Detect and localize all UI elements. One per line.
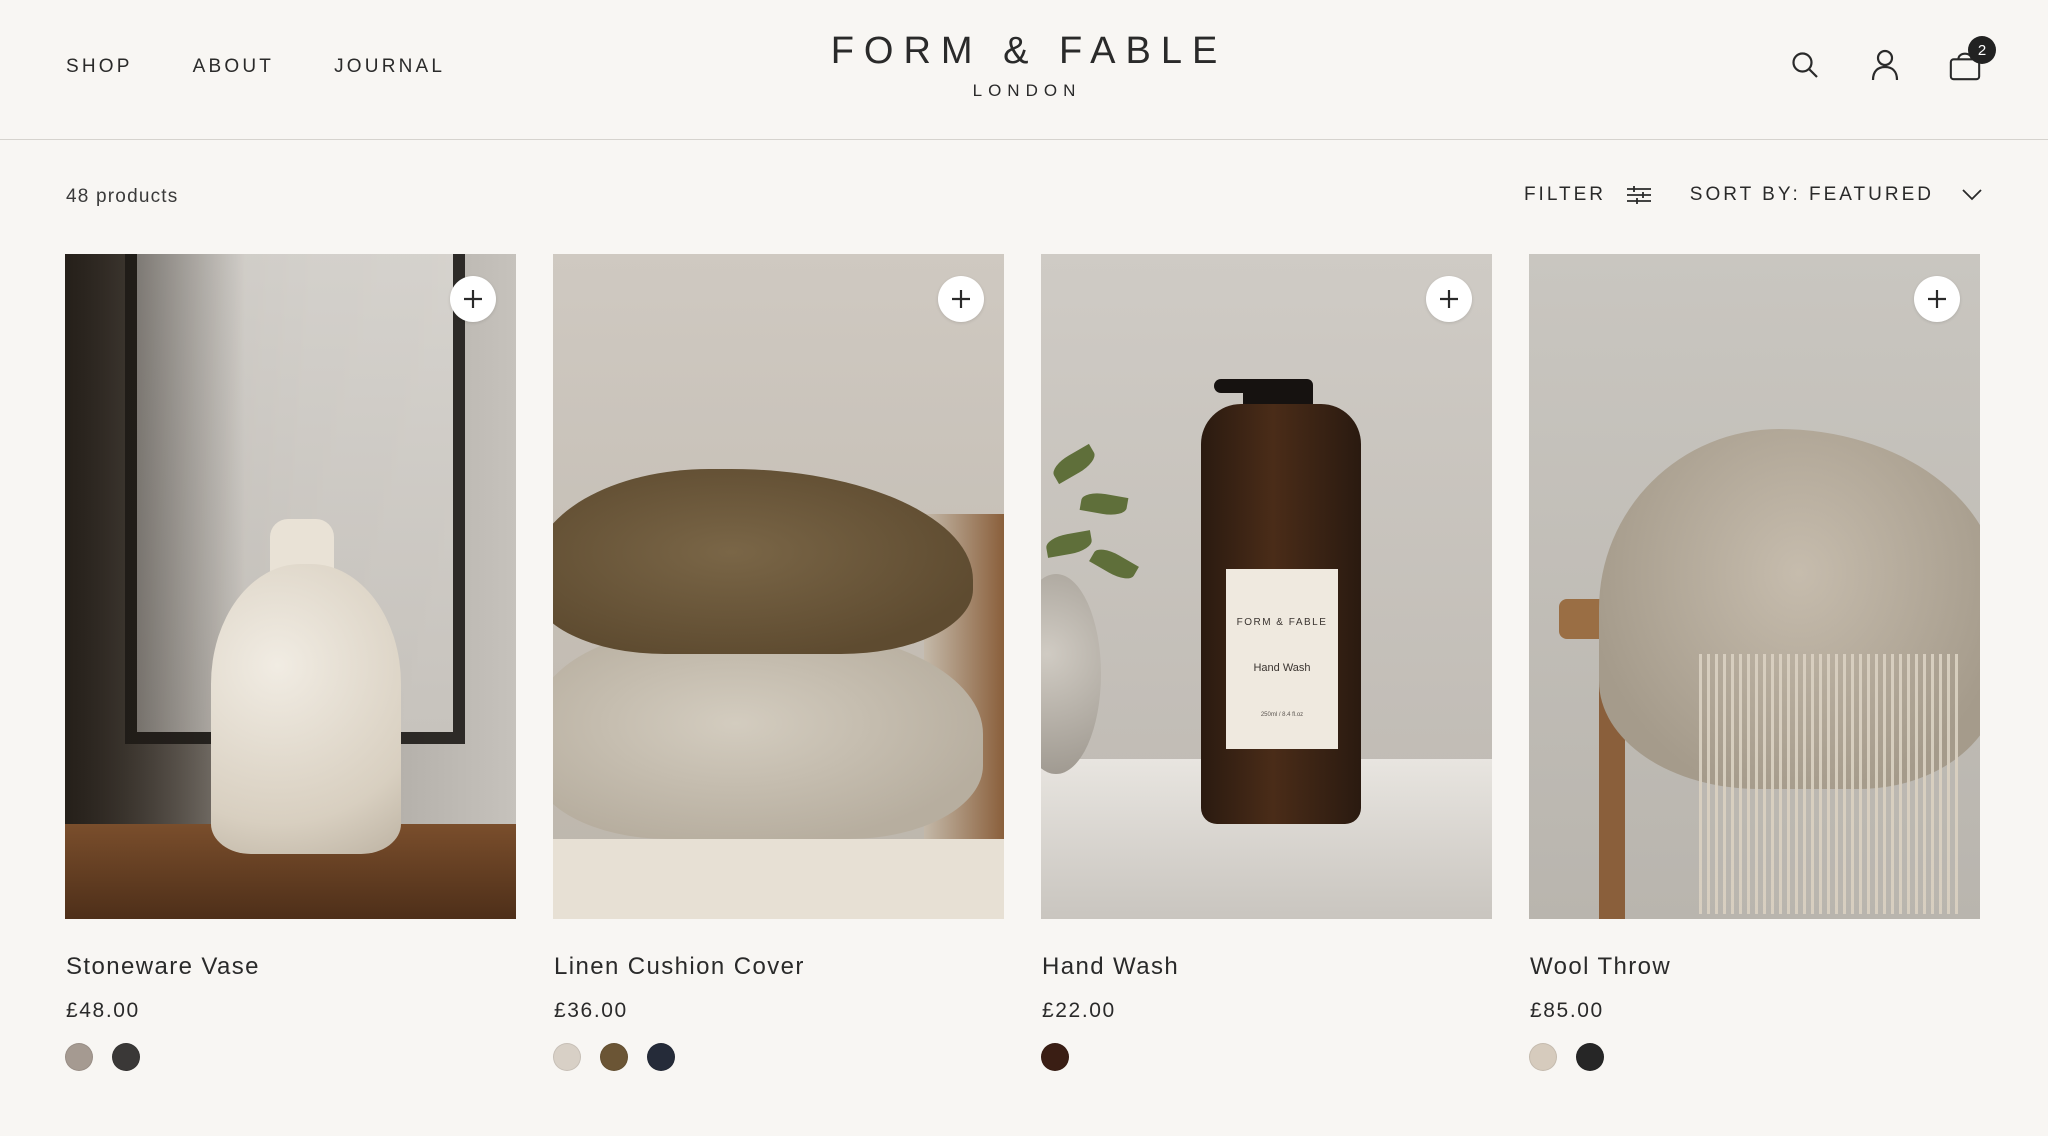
add-to-cart-button[interactable]	[1426, 276, 1472, 322]
color-swatch[interactable]	[65, 1043, 93, 1071]
leaf	[1044, 530, 1094, 558]
plus-icon	[1928, 290, 1946, 308]
search-icon[interactable]	[1788, 48, 1822, 82]
product-price: £48.00	[66, 999, 140, 1022]
brand-subtitle: LONDON	[972, 81, 1082, 100]
product-toolbar: 48 products FILTER SORT BY: FEATURED	[66, 176, 1982, 216]
plant-pot	[1041, 574, 1101, 774]
color-swatches	[65, 1043, 516, 1071]
color-swatch[interactable]	[1529, 1043, 1557, 1071]
color-swatch[interactable]	[1576, 1043, 1604, 1071]
sort-dropdown[interactable]: SORT BY: FEATURED	[1690, 184, 1982, 206]
product-price: £22.00	[1042, 999, 1116, 1022]
product-image[interactable]: FORM & FABLE Hand Wash 250ml / 8.4 fl.oz	[1041, 254, 1492, 919]
product-name[interactable]: Hand Wash	[1041, 953, 1492, 981]
product-price: £85.00	[1530, 999, 1604, 1022]
filter-label: FILTER	[1523, 184, 1606, 205]
product-card[interactable]: Linen Cushion Cover £36.00	[553, 254, 1004, 1071]
product-image[interactable]	[65, 254, 516, 919]
plus-icon	[1440, 290, 1458, 308]
filter-sliders-icon	[1627, 186, 1651, 204]
product-card[interactable]: FORM & FABLE Hand Wash 250ml / 8.4 fl.oz…	[1041, 254, 1492, 1071]
product-count: 48 products	[66, 186, 179, 207]
leaf	[1079, 490, 1129, 518]
header-actions: 2	[1788, 36, 1996, 82]
label-brand: FORM & FABLE	[1236, 617, 1328, 628]
vase-body	[211, 564, 401, 854]
brand-name: FORM & FABLE	[830, 30, 1228, 72]
product-name[interactable]: Linen Cushion Cover	[553, 953, 1004, 981]
color-swatch[interactable]	[112, 1043, 140, 1071]
bottle-label: FORM & FABLE Hand Wash 250ml / 8.4 fl.oz	[1226, 569, 1338, 749]
color-swatches	[553, 1043, 1004, 1071]
product-card[interactable]: Wool Throw £85.00	[1529, 254, 1980, 1071]
color-swatches	[1529, 1043, 1980, 1071]
product-price: £36.00	[554, 999, 628, 1022]
cart-icon[interactable]: 2	[1948, 36, 1996, 82]
label-product: Hand Wash	[1253, 662, 1311, 674]
sort-label: SORT BY: FEATURED	[1689, 184, 1934, 205]
leaf	[1089, 543, 1139, 585]
product-grid: Stoneware Vase £48.00 Linen Cushion Cove…	[65, 254, 1980, 1071]
color-swatch[interactable]	[1041, 1043, 1069, 1071]
filter-button[interactable]: FILTER	[1524, 184, 1652, 206]
chevron-down-icon	[1962, 189, 1982, 201]
cushion-dark	[553, 469, 973, 654]
product-image[interactable]	[1529, 254, 1980, 919]
color-swatch[interactable]	[647, 1043, 675, 1071]
leaf	[1049, 443, 1099, 485]
throw-fringe	[1699, 654, 1959, 914]
account-icon[interactable]	[1868, 48, 1902, 82]
add-to-cart-button[interactable]	[1914, 276, 1960, 322]
product-name[interactable]: Stoneware Vase	[65, 953, 516, 981]
product-card[interactable]: Stoneware Vase £48.00	[65, 254, 516, 1071]
cushion-light	[553, 629, 983, 839]
color-swatch[interactable]	[553, 1043, 581, 1071]
add-to-cart-button[interactable]	[450, 276, 496, 322]
brand-logo[interactable]: FORM & FABLE LONDON	[0, 30, 2048, 101]
product-name[interactable]: Wool Throw	[1529, 953, 1980, 981]
color-swatches	[1041, 1043, 1492, 1071]
site-header: SHOP ABOUT JOURNAL FORM & FABLE LONDON 2	[0, 0, 2048, 140]
product-image[interactable]	[553, 254, 1004, 919]
plus-icon	[952, 290, 970, 308]
cart-count-badge: 2	[1968, 36, 1996, 64]
seat	[553, 839, 1004, 919]
add-to-cart-button[interactable]	[938, 276, 984, 322]
color-swatch[interactable]	[600, 1043, 628, 1071]
label-volume: 250ml / 8.4 fl.oz	[1260, 712, 1304, 718]
plus-icon	[464, 290, 482, 308]
